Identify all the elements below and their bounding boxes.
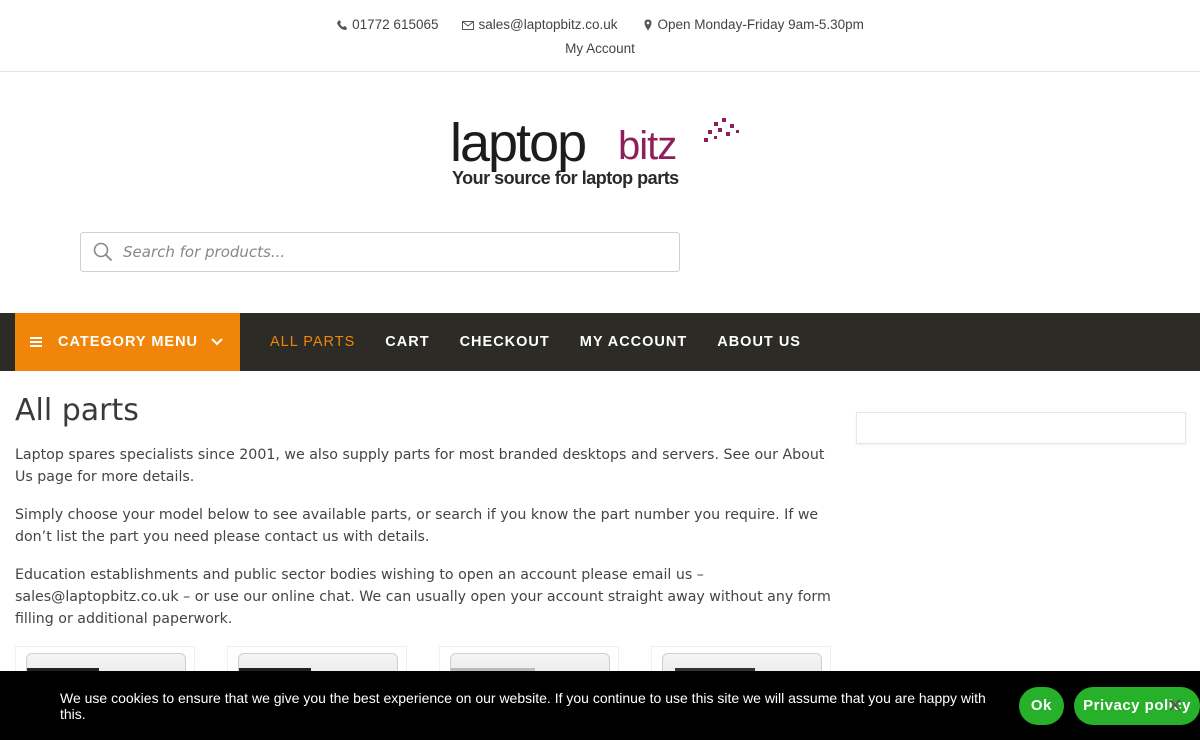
phone-number[interactable]: 01772 615065 xyxy=(352,17,438,32)
cookie-notice-text: We use cookies to ensure that we give yo… xyxy=(60,689,986,722)
intro-paragraph-3: Education establishments and public sect… xyxy=(15,567,831,627)
nav-item-checkout[interactable]: CHECKOUT xyxy=(445,334,565,350)
nav-menu: ALL PARTS CART CHECKOUT MY ACCOUNT ABOUT… xyxy=(255,313,816,371)
site-logo[interactable]: laptop bitz Your source for laptop parts xyxy=(450,112,750,202)
product-search-box[interactable] xyxy=(80,232,680,272)
logo-word-bitz: bitz xyxy=(618,124,677,168)
category-menu-label: CATEGORY MENU xyxy=(58,334,199,350)
hamburger-icon xyxy=(30,337,42,347)
search-row xyxy=(0,232,1200,313)
nav-item-my-account[interactable]: MY ACCOUNT xyxy=(565,334,702,350)
phone-contact[interactable]: 01772 615065 xyxy=(336,17,438,32)
sidebar-widget xyxy=(856,412,1186,444)
nav-item-cart[interactable]: CART xyxy=(370,334,444,350)
chevron-down-icon xyxy=(211,338,223,346)
nav-item-all-parts[interactable]: ALL PARTS xyxy=(255,334,370,350)
cookie-notice-bar: We use cookies to ensure that we give yo… xyxy=(0,671,1200,740)
search-input[interactable] xyxy=(123,243,663,261)
cookie-ok-button[interactable]: Ok xyxy=(1018,686,1065,725)
nav-item-about-us[interactable]: ABOUT US xyxy=(702,334,816,350)
category-menu-button[interactable]: CATEGORY MENU xyxy=(15,313,240,371)
logo-area: laptop bitz Your source for laptop parts xyxy=(0,72,1200,232)
page-title: All parts xyxy=(15,393,139,428)
intro-paragraph-1: Laptop spares specialists since 2001, we… xyxy=(15,447,825,485)
phone-icon xyxy=(337,19,348,30)
email-address[interactable]: sales@laptopbitz.co.uk xyxy=(478,17,617,32)
logo-tagline: Your source for laptop parts xyxy=(452,168,679,188)
my-account-link[interactable]: My Account xyxy=(565,41,635,56)
envelope-icon xyxy=(462,20,475,30)
hours-text: Open Monday-Friday 9am-5.30pm xyxy=(657,17,864,32)
intro-paragraph-2: Simply choose your model below to see av… xyxy=(15,507,819,545)
map-marker-icon xyxy=(644,19,652,30)
main-navigation: CATEGORY MENU ALL PARTS CART CHECKOUT MY… xyxy=(0,313,1200,371)
top-info-bar: 01772 615065 sales@laptopbitz.co.uk Open… xyxy=(0,0,1200,72)
opening-hours: Open Monday-Friday 9am-5.30pm xyxy=(642,17,864,32)
email-contact[interactable]: sales@laptopbitz.co.uk xyxy=(462,17,618,32)
close-icon[interactable] xyxy=(1168,698,1182,712)
logo-word-laptop: laptop xyxy=(450,113,587,173)
logo-dots-graphic xyxy=(700,116,740,146)
search-icon xyxy=(93,242,113,262)
